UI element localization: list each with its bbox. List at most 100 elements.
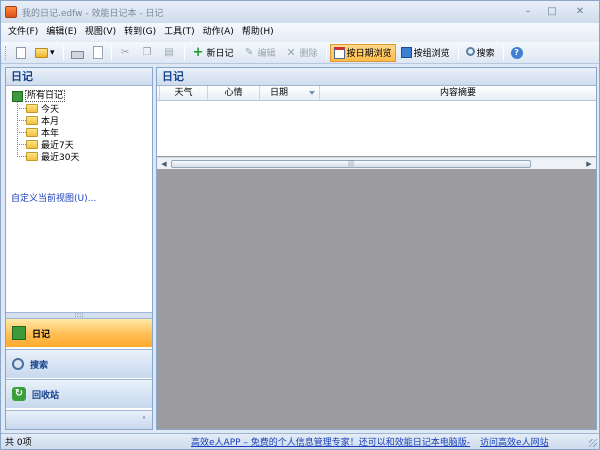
help-icon: ? bbox=[510, 46, 523, 59]
clipboard-icon: ▤ bbox=[164, 47, 174, 58]
toolbar-separator bbox=[110, 45, 112, 60]
app-icon bbox=[5, 6, 17, 18]
item-count: 共 0项 bbox=[5, 438, 32, 448]
folder-icon bbox=[26, 115, 38, 125]
plus-icon: + bbox=[192, 45, 204, 60]
new-diary-button[interactable]: + 新日记 bbox=[188, 44, 238, 62]
delete-label: 删除 bbox=[299, 49, 318, 59]
menu-goto[interactable]: 转到(G) bbox=[120, 23, 160, 42]
scroll-right-icon[interactable]: ▶ bbox=[584, 159, 594, 169]
search-button[interactable]: 搜索 bbox=[462, 44, 499, 62]
print-preview-button[interactable] bbox=[89, 44, 107, 62]
tree-item-last-7-days[interactable]: 最近7天 bbox=[16, 132, 79, 151]
folder-icon bbox=[26, 151, 38, 161]
print-button[interactable] bbox=[67, 44, 88, 62]
window-controls: – □ ✕ bbox=[517, 4, 595, 19]
toolbar-separator bbox=[62, 45, 64, 60]
folder-icon bbox=[26, 127, 38, 137]
cut-button[interactable]: ✂ bbox=[115, 44, 136, 62]
close-icon[interactable]: ✕ bbox=[565, 4, 595, 19]
tree-item-label: 最近30天 bbox=[41, 152, 80, 163]
browse-by-group-label: 按组浏览 bbox=[413, 49, 450, 59]
nav-recycle-bin-label: 回收站 bbox=[32, 390, 60, 401]
edit-button[interactable]: ✎ 编辑 bbox=[239, 44, 280, 62]
browse-by-date-button[interactable]: 按日期浏览 bbox=[329, 43, 396, 62]
pencil-icon: ✎ bbox=[244, 47, 254, 58]
resize-grip-icon[interactable] bbox=[589, 439, 597, 447]
scroll-left-icon[interactable]: ◀ bbox=[159, 159, 169, 169]
toolbar: ▾ ✂ ❐ ▤ + 新日记 ✎ 编辑 ✕ 删除 按日期浏览 按组浏览 搜索 ? bbox=[1, 42, 599, 64]
title-bar[interactable]: 我的日记.edfw - 效能日记本 - 日记 – □ ✕ bbox=[1, 1, 599, 23]
delete-x-icon: ✕ bbox=[286, 46, 296, 59]
diary-tree: 所有日记 今天 本月 本年 最近7天 最近30天 bbox=[12, 90, 80, 163]
open-dropdown-arrow: ▾ bbox=[50, 47, 55, 58]
edit-label: 编辑 bbox=[257, 49, 276, 59]
search-icon bbox=[465, 47, 475, 56]
print-preview-icon bbox=[92, 46, 103, 59]
column-header-date[interactable]: 日期 bbox=[260, 86, 320, 100]
menu-help[interactable]: 帮助(H) bbox=[238, 23, 278, 42]
app-window: 我的日记.edfw - 效能日记本 - 日记 – □ ✕ 文件(F) 编辑(E)… bbox=[0, 0, 600, 450]
navigation-pane-title: 日记 bbox=[6, 68, 152, 86]
recycle-icon: ↻ bbox=[12, 387, 26, 401]
menu-file[interactable]: 文件(F) bbox=[4, 23, 42, 42]
app-promo-link[interactable]: 高效e人APP – 免费的个人信息管理专家！还可以和效能日记本电脑版- bbox=[191, 435, 470, 448]
scrollbar-thumb[interactable]: ||| bbox=[171, 160, 531, 168]
nav-search-button[interactable]: 搜索 bbox=[6, 349, 152, 378]
menu-tools[interactable]: 工具(T) bbox=[160, 23, 199, 42]
menu-actions[interactable]: 动作(A) bbox=[199, 23, 238, 42]
menu-bar: 文件(F) 编辑(E) 视图(V) 转到(G) 工具(T) 动作(A) 帮助(H… bbox=[1, 23, 599, 42]
menu-view[interactable]: 视图(V) bbox=[81, 23, 120, 42]
customize-view-link[interactable]: 自定义当前视图(U)... bbox=[11, 191, 96, 204]
copy-button[interactable]: ❐ bbox=[137, 44, 158, 62]
browse-by-date-label: 按日期浏览 bbox=[346, 49, 392, 59]
browse-by-group-button[interactable]: 按组浏览 bbox=[397, 44, 454, 62]
tree-root-label: 所有日记 bbox=[25, 90, 66, 102]
printer-icon bbox=[70, 50, 84, 59]
tree-item-last-30-days[interactable]: 最近30天 bbox=[16, 144, 80, 163]
search-label: 搜索 bbox=[476, 49, 495, 59]
tree-item-today[interactable]: 今天 bbox=[16, 96, 79, 115]
new-diary-label: 新日记 bbox=[206, 49, 234, 59]
horizontal-scrollbar[interactable]: ◀ ||| ▶ bbox=[157, 157, 596, 169]
content-pane-title: 日记 bbox=[157, 68, 596, 86]
open-folder-icon bbox=[35, 47, 48, 58]
column-header-summary[interactable]: 内容摘要 bbox=[320, 86, 596, 100]
visit-website-link[interactable]: 访问高效e人网站 bbox=[480, 435, 549, 448]
sort-descending-icon bbox=[309, 91, 315, 95]
column-header-mood[interactable]: 心情 bbox=[208, 86, 260, 100]
diary-book-icon bbox=[12, 326, 26, 340]
nav-options-button[interactable]: ˅ bbox=[6, 410, 152, 429]
chevron-down-icon: ˅ bbox=[142, 416, 146, 425]
nav-diary-button[interactable]: 日记 bbox=[6, 318, 152, 347]
nav-search-label: 搜索 bbox=[30, 360, 49, 371]
column-header-weather[interactable]: 天气 bbox=[160, 86, 208, 100]
help-button[interactable]: ? bbox=[507, 44, 527, 62]
menu-edit[interactable]: 编辑(E) bbox=[42, 23, 81, 42]
toolbar-grip[interactable] bbox=[5, 45, 8, 60]
tree-item-this-month[interactable]: 本月 bbox=[16, 108, 79, 127]
status-bar: 共 0项 高效e人APP – 免费的个人信息管理专家！还可以和效能日记本电脑版-… bbox=[1, 433, 599, 449]
content-pane: 日记 天气 心情 日期 内容摘要 ◀ ||| ▶ bbox=[156, 67, 597, 430]
magnifier-icon bbox=[12, 358, 24, 370]
new-document-icon bbox=[16, 46, 26, 59]
maximize-icon[interactable]: □ bbox=[541, 4, 563, 19]
open-button[interactable]: ▾ bbox=[31, 44, 59, 62]
new-file-button[interactable] bbox=[12, 44, 30, 62]
window-title: 我的日记.edfw - 效能日记本 - 日记 bbox=[22, 8, 164, 19]
nav-recycle-bin-button[interactable]: ↻ 回收站 bbox=[6, 379, 152, 408]
list-header: 天气 心情 日期 内容摘要 bbox=[157, 86, 596, 101]
minimize-icon[interactable]: – bbox=[517, 4, 539, 19]
toolbar-separator bbox=[325, 45, 327, 60]
copy-icon: ❐ bbox=[142, 47, 152, 58]
toolbar-separator bbox=[183, 45, 185, 60]
group-icon bbox=[400, 47, 412, 58]
nav-diary-label: 日记 bbox=[32, 329, 51, 340]
paste-button[interactable]: ▤ bbox=[159, 44, 180, 62]
tree-item-this-year[interactable]: 本年 bbox=[16, 120, 79, 139]
column-header-date-label: 日期 bbox=[270, 88, 289, 98]
toolbar-separator bbox=[502, 45, 504, 60]
delete-button[interactable]: ✕ 删除 bbox=[281, 44, 322, 62]
toolbar-separator bbox=[457, 45, 459, 60]
folder-icon bbox=[26, 103, 38, 113]
